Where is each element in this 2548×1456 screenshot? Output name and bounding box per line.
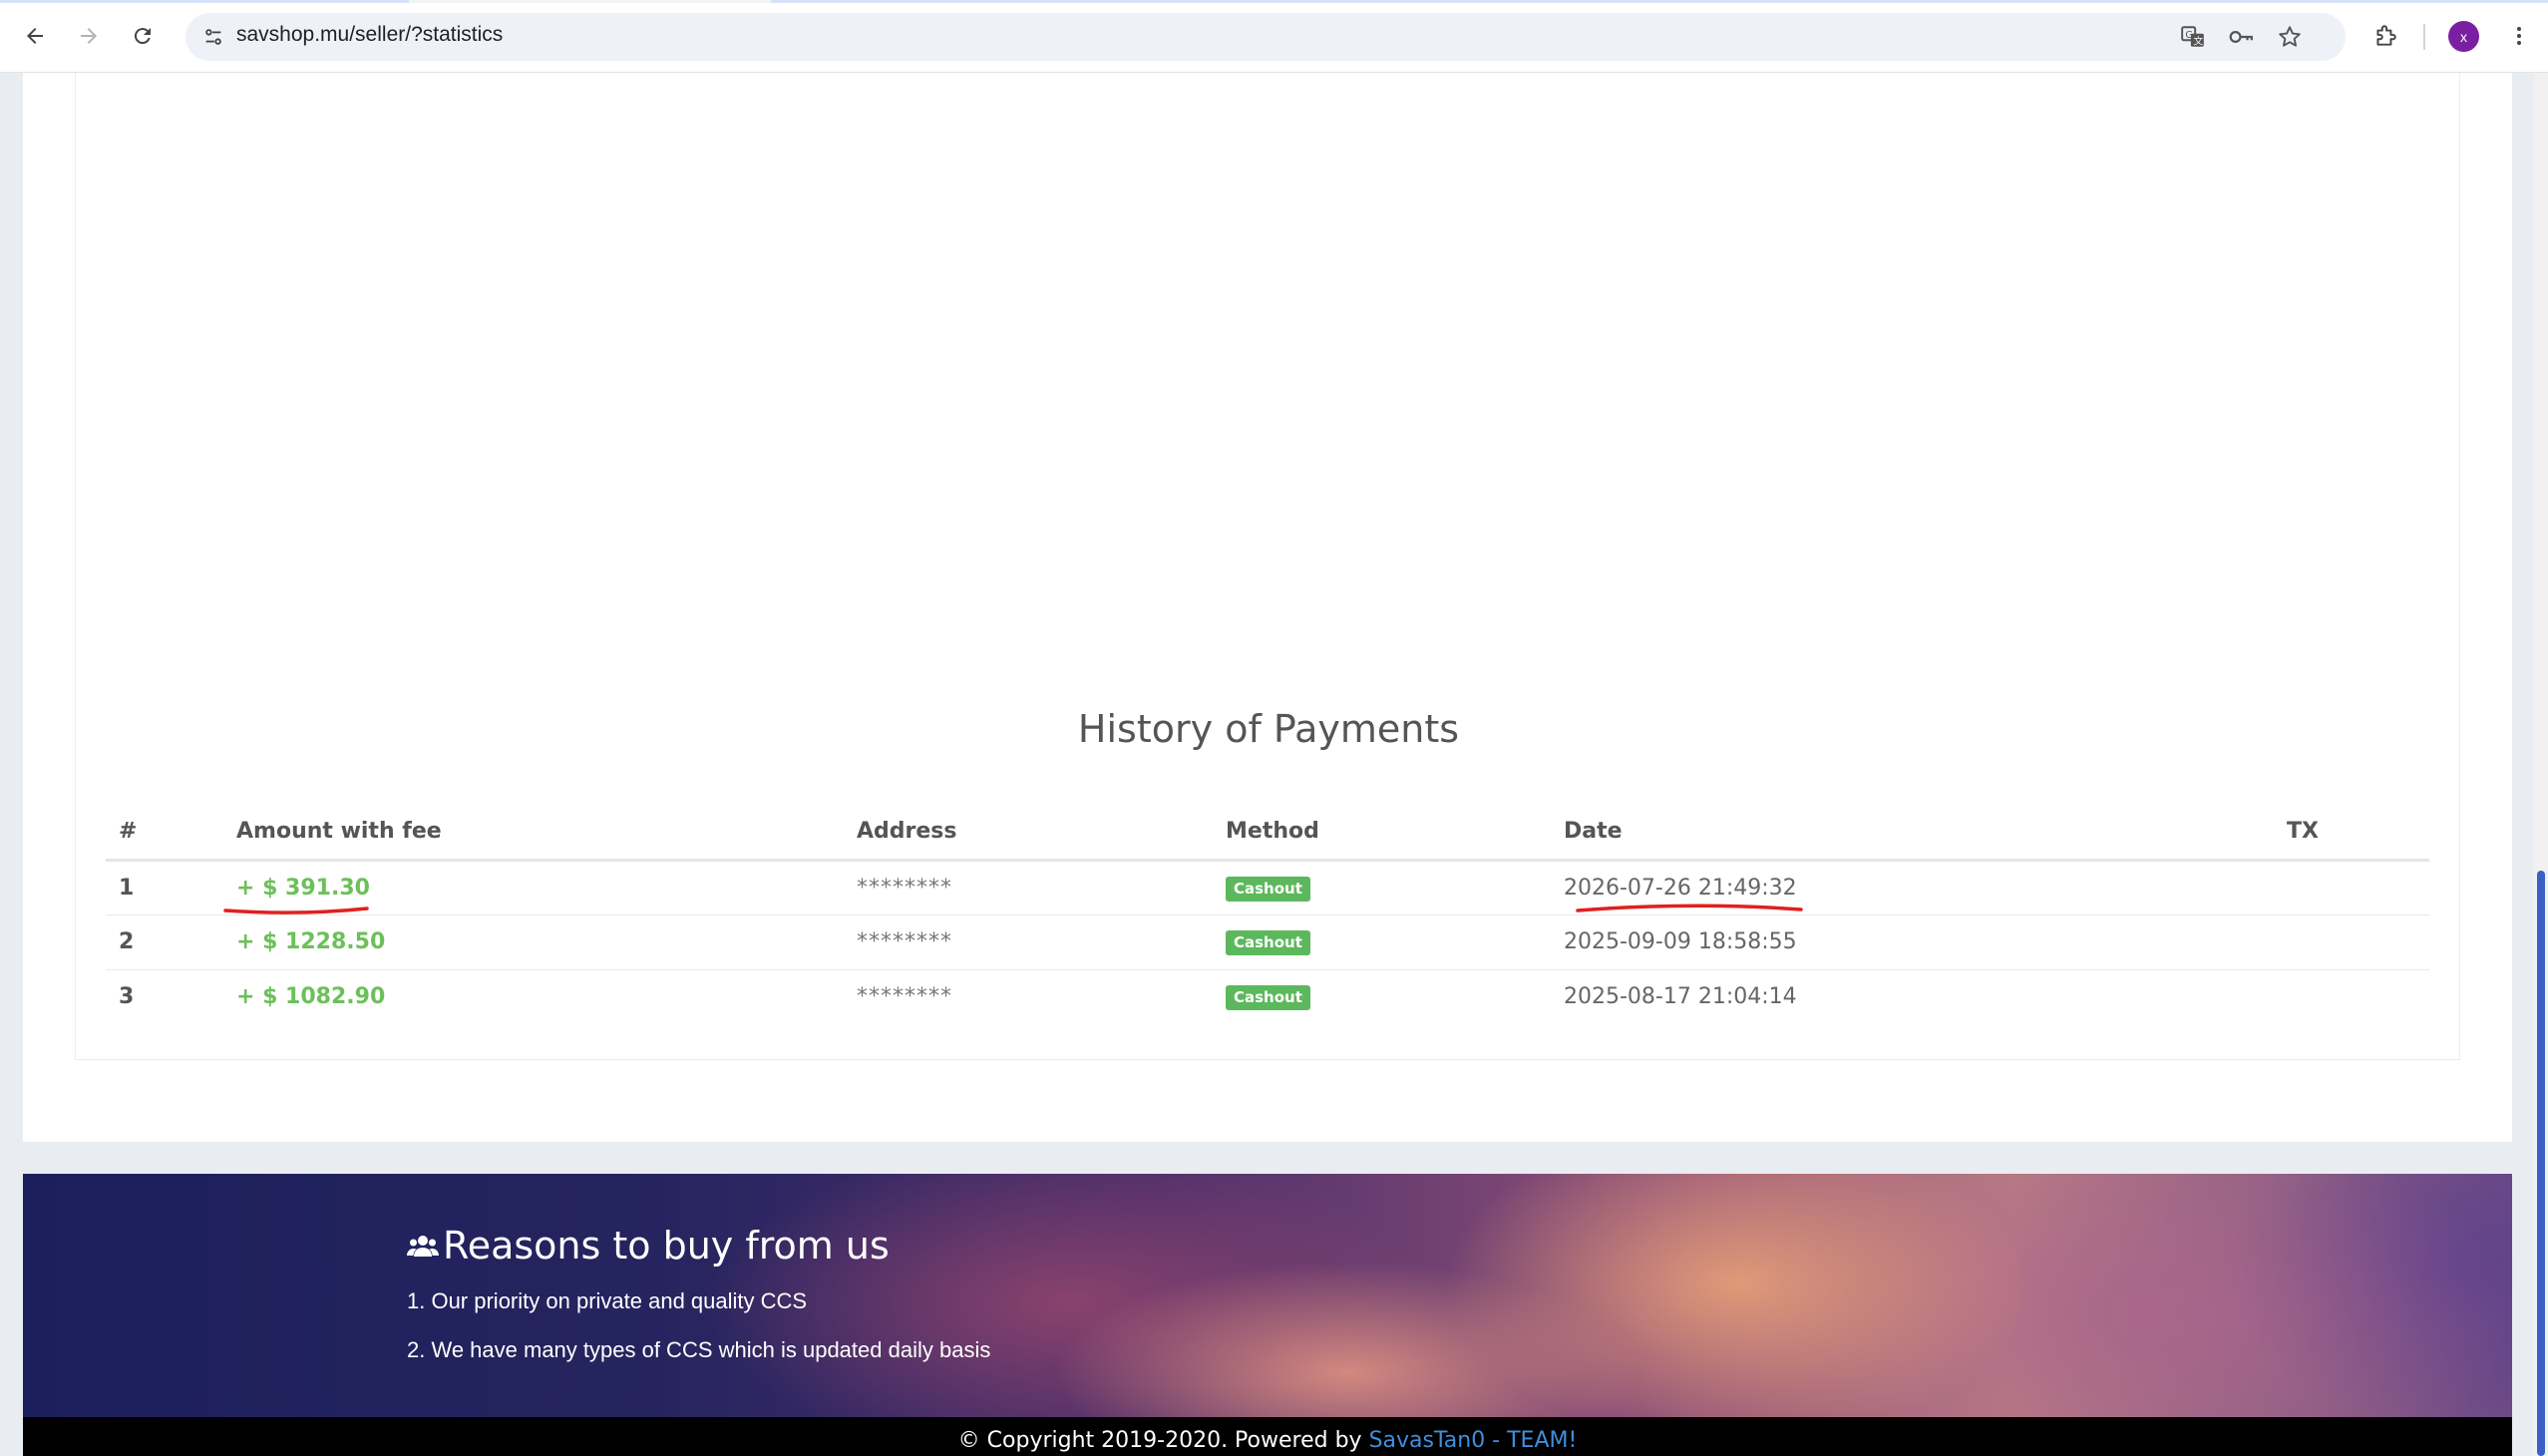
row-date: 2025-08-17 21:04:14 <box>1564 984 1797 1010</box>
table-row: 3 + $ 1082.90 ******** Cashout 2025-08-1… <box>106 969 2429 1024</box>
row-amount: + $ 391.30 <box>223 860 844 915</box>
url-text[interactable]: savshop.mu/seller/?statistics <box>236 23 503 47</box>
back-arrow-icon[interactable] <box>17 18 53 54</box>
row-address: ******** <box>857 984 952 1010</box>
table-header-row: # Amount with fee Address Method Date TX <box>106 805 2429 862</box>
reasons-title-text: Reasons to buy from us <box>443 1224 890 1268</box>
row-tx <box>2274 914 2429 970</box>
team-link[interactable]: SavasTan0 - TEAM! <box>1369 1428 1578 1453</box>
extensions-puzzle-icon[interactable] <box>2367 18 2403 54</box>
menu-dots-icon[interactable] <box>2501 18 2537 54</box>
reasons-footer: Reasons to buy from us 1. Our priority o… <box>23 1174 2512 1417</box>
svg-text:文: 文 <box>2194 35 2204 48</box>
row-date: 2025-09-09 18:58:55 <box>1551 914 2274 970</box>
payments-table: # Amount with fee Address Method Date TX… <box>106 805 2429 1024</box>
method-badge: Cashout <box>1226 985 1310 1011</box>
password-key-icon[interactable] <box>2227 23 2255 51</box>
scrollbar-thumb[interactable] <box>2537 871 2545 1456</box>
translate-icon[interactable]: G文 <box>2179 23 2207 51</box>
reload-icon[interactable] <box>125 18 161 54</box>
col-header-address: Address <box>844 805 1213 862</box>
copyright-text: © Copyright 2019-2020. Powered by <box>957 1428 1369 1453</box>
row-method: Cashout <box>1213 860 1551 915</box>
row-tx <box>2274 860 2429 915</box>
row-number: 3 <box>119 984 135 1010</box>
users-icon <box>407 1236 439 1257</box>
row-number: 2 <box>106 914 223 970</box>
page-content: History of Payments # Amount with fee Ad… <box>23 73 2512 1142</box>
row-amount: + $ 1082.90 <box>236 984 386 1010</box>
col-header-tx: TX <box>2274 805 2429 862</box>
site-info-icon[interactable] <box>197 21 229 53</box>
col-header-date: Date <box>1551 805 2274 862</box>
col-header-method: Method <box>1213 805 1551 862</box>
row-method: Cashout <box>1213 914 1551 970</box>
col-header-number: # <box>106 805 223 862</box>
address-bar[interactable]: savshop.mu/seller/?statistics G文 <box>185 13 2346 61</box>
col-header-amount: Amount with fee <box>223 805 844 862</box>
toolbar-divider <box>2423 24 2425 50</box>
page-scrollbar[interactable] <box>2534 73 2548 1456</box>
reason-item: 2. We have many types of CCS which is up… <box>407 1337 991 1362</box>
tab-strip-edge <box>0 0 2548 3</box>
method-badge: Cashout <box>1226 876 1310 902</box>
row-address: ******** <box>844 914 1213 970</box>
bookmark-star-icon[interactable] <box>2276 23 2304 51</box>
forward-arrow-icon[interactable] <box>71 18 107 54</box>
history-title: History of Payments <box>1077 707 1460 751</box>
reasons-heading: Reasons to buy from us <box>407 1224 890 1268</box>
statistics-card: History of Payments # Amount with fee Ad… <box>75 73 2460 1060</box>
table-row: 2 + $ 1228.50 ******** Cashout 2025-09-0… <box>106 914 2429 970</box>
method-badge: Cashout <box>1226 930 1310 955</box>
row-number: 1 <box>106 860 223 915</box>
browser-toolbar: savshop.mu/seller/?statistics G文 x <box>0 0 2548 73</box>
row-amount: + $ 1228.50 <box>223 914 844 970</box>
row-method: Cashout <box>1213 969 1551 1024</box>
row-tx <box>2274 969 2429 1024</box>
reason-item: 1. Our priority on private and quality C… <box>407 1288 808 1313</box>
row-date: 2026-07-26 21:49:32 <box>1551 860 2274 915</box>
row-address: ******** <box>844 860 1213 915</box>
table-row: 1 + $ 391.30 ******** Cashout 2026-07-26… <box>106 860 2429 915</box>
copyright-bar: © Copyright 2019-2020. Powered by SavasT… <box>23 1417 2512 1456</box>
profile-avatar[interactable]: x <box>2448 21 2479 52</box>
